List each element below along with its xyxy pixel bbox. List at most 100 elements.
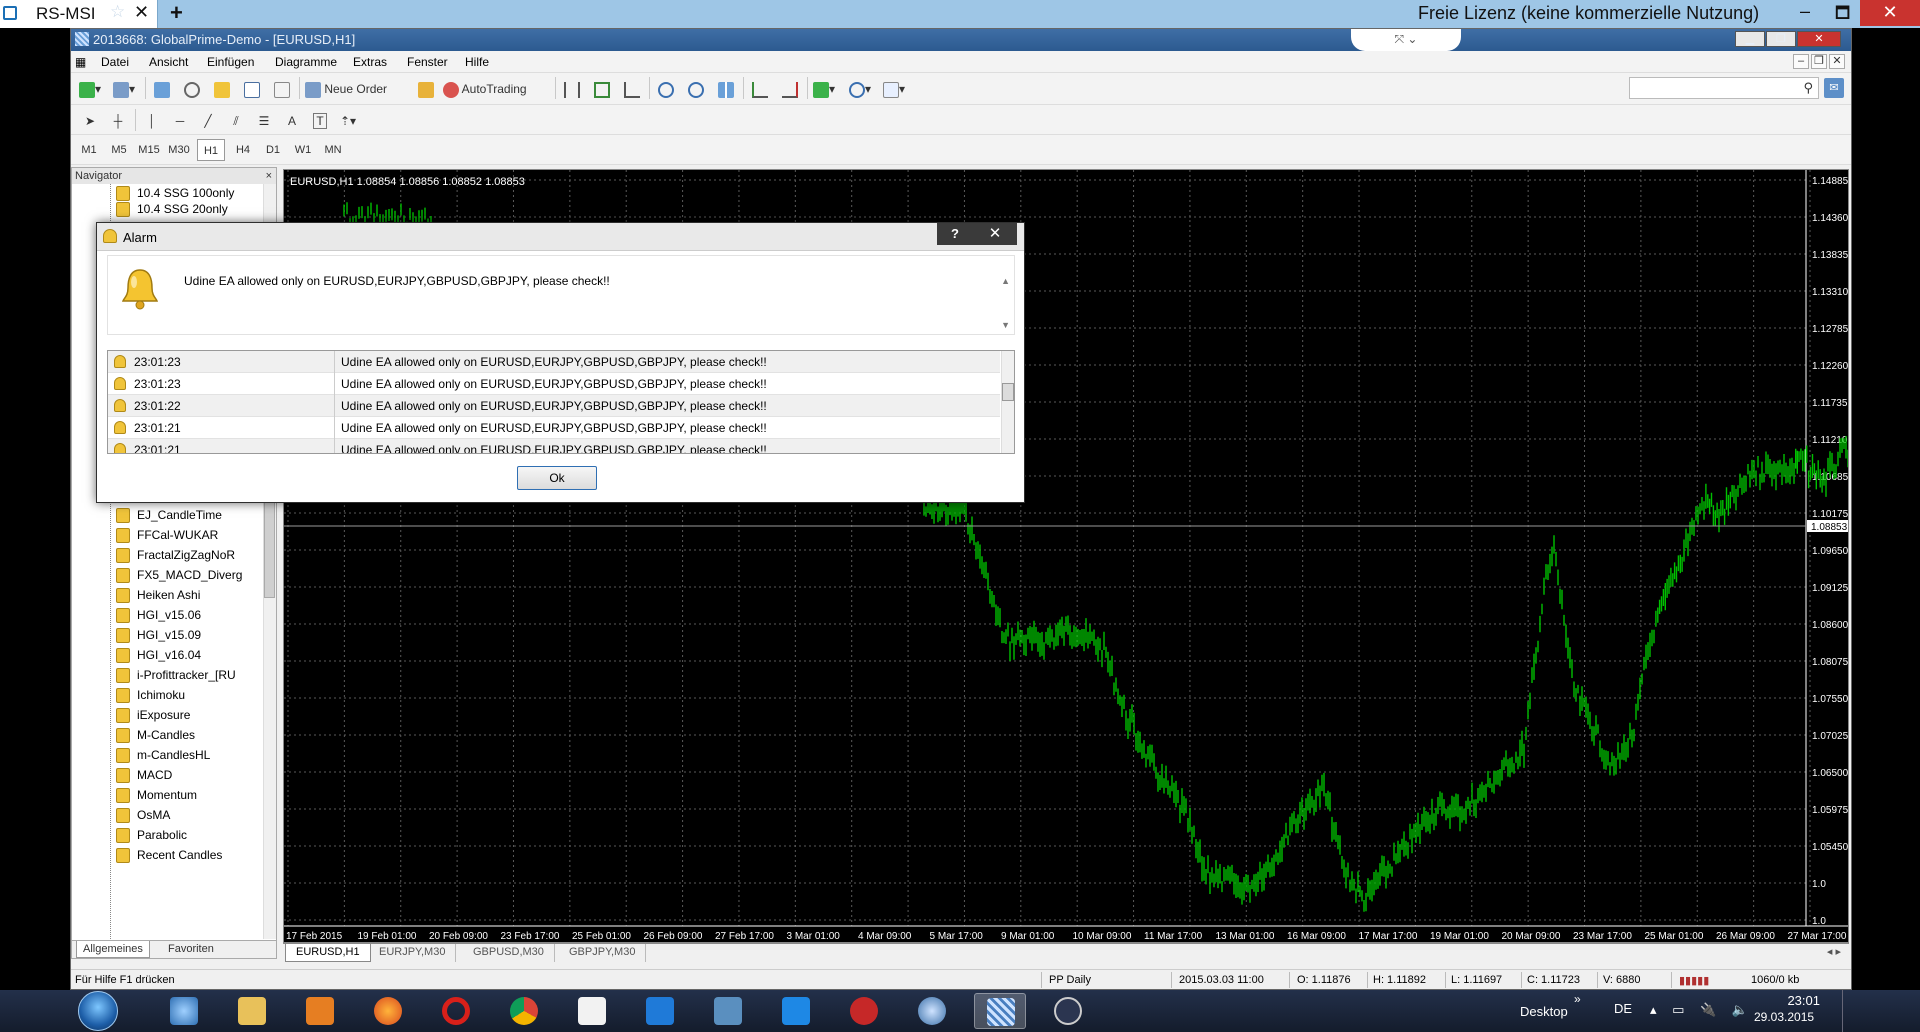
taskbar-network[interactable] [702,993,754,1029]
message-scroll-up-icon[interactable]: ▲ [1001,276,1010,286]
taskbar-chrome[interactable] [498,993,550,1029]
show-desktop-button[interactable] [1842,990,1848,1032]
navigator-item[interactable]: HGI_v15.09 [116,626,262,646]
profiles-button[interactable]: ▾ [113,78,135,100]
taskbar-media[interactable] [294,993,346,1029]
cursor-tool[interactable]: ➤ [79,110,101,132]
chart-tab-eurjpy-m30[interactable]: EURJPY,M30 [369,944,457,962]
arrows-tool[interactable]: ⇡▾ [337,110,359,132]
remote-collapse-tab[interactable]: ⤧ ⌄ [1351,29,1461,51]
menu-app-icon[interactable]: ▦ [75,55,86,69]
crosshair-tool[interactable]: ┼ [107,110,129,132]
language-indicator[interactable]: DE [1614,1001,1632,1016]
navigator-item[interactable]: Heiken Ashi [116,586,262,606]
tab-allgemeines[interactable]: Allgemeines [76,941,150,958]
navigator-item[interactable]: HGI_v16.04 [116,646,262,666]
navigator-item[interactable]: m-CandlesHL [116,746,262,766]
new-order-button[interactable]: Neue Order [305,78,409,100]
taskbar-x-app[interactable] [566,993,618,1029]
taskbar-remote[interactable] [906,993,958,1029]
periods-button[interactable]: ▾ [849,78,871,100]
timeframe-m5[interactable]: M5 [105,139,133,161]
mdi-minimize-button[interactable]: – [1793,54,1809,69]
metaeditor-button[interactable] [415,78,437,100]
navigator-item[interactable]: Momentum [116,786,262,806]
search-icon[interactable]: ⚲ [1803,80,1813,96]
alarm-row[interactable]: 23:01:21 Udine EA allowed only on EURUSD,… [108,417,1000,439]
terminal-button[interactable] [241,78,263,100]
text-label-tool[interactable]: T [309,110,331,132]
alarm-help-button[interactable]: ? [937,223,973,245]
navigator-item[interactable]: OsMA [116,806,262,826]
close-window-button[interactable]: ✕ [1860,0,1920,26]
taskbar-teamviewer[interactable] [770,993,822,1029]
minimize-window-button[interactable]: – [1800,1,1810,22]
timeframe-m15[interactable]: M15 [135,139,163,161]
message-scroll-down-icon[interactable]: ▼ [1001,320,1010,330]
chat-button[interactable]: ✉ [1824,78,1844,98]
session-tab[interactable]: RS-MSI ☆ ✕ [0,0,158,28]
new-session-button[interactable]: + [170,0,183,26]
line-chart-button[interactable] [621,78,643,100]
taskbar-metatrader[interactable] [974,993,1026,1029]
clock-time[interactable]: 23:01 [1772,993,1820,1008]
data-window-button[interactable] [181,78,203,100]
alarm-row[interactable]: 23:01:21 Udine EA allowed only on EURUSD,… [108,439,1000,453]
navigator-item[interactable]: 10.4 SSG 20only [116,200,262,220]
text-tool[interactable]: A [281,110,303,132]
desktop-toolbar[interactable]: Desktop [1520,1004,1568,1019]
zoom-out-button[interactable] [685,78,707,100]
chart-shift-button[interactable] [779,78,801,100]
taskbar-firefox[interactable] [362,993,414,1029]
navigator-item[interactable]: FX5_MACD_Diverg [116,566,262,586]
timeframe-m1[interactable]: M1 [75,139,103,161]
tile-windows-button[interactable] [715,78,737,100]
alarm-list-scroll-thumb[interactable] [1002,383,1014,401]
navigator-item[interactable]: EJ_CandleTime [116,506,262,526]
fibonacci-tool[interactable]: ☰ [253,110,275,132]
chart-tab-eurusd-h1[interactable]: EURUSD,H1 [285,944,371,962]
maximize-window-button[interactable]: 🗖 [1835,2,1850,29]
tray-icons[interactable]: ▴ ▭ 🔌 🔈 [1650,1002,1754,1018]
timeframe-d1[interactable]: D1 [259,139,287,161]
terminal-restore-button[interactable]: ❐ [1766,31,1796,47]
timeframe-h1[interactable]: H1 [197,139,225,161]
templates-button[interactable]: ▾ [883,78,905,100]
terminal-close-button[interactable]: ✕ [1797,31,1841,47]
navigator-item[interactable]: iExposure [116,706,262,726]
horizontal-line-tool[interactable]: ─ [169,110,191,132]
taskbar-z-app[interactable] [634,993,686,1029]
alarm-title-bar[interactable]: Alarm ? ✕ [97,223,1024,251]
mdi-close-button[interactable]: ✕ [1829,54,1845,69]
search-input[interactable]: ⚲ [1629,77,1819,99]
favorite-star-icon[interactable]: ☆ [110,2,125,22]
navigator-item[interactable]: Ichimoku [116,686,262,706]
navigator-item[interactable]: Recent Candles [116,846,262,866]
navigator-button[interactable] [211,78,233,100]
taskbar-explorer[interactable] [226,993,278,1029]
timeframe-w1[interactable]: W1 [289,139,317,161]
navigator-close-icon[interactable]: × [266,168,272,184]
alarm-list-scrollbar[interactable] [1001,351,1014,453]
navigator-item[interactable]: Parabolic [116,826,262,846]
chart-tab-scroll-arrows[interactable]: ◂ ▸ [1827,945,1841,958]
close-session-tab-icon[interactable]: ✕ [134,2,149,23]
mdi-restore-button[interactable]: ❐ [1811,54,1827,69]
tab-favoriten[interactable]: Favoriten [162,941,220,958]
market-watch-button[interactable] [151,78,173,100]
start-button[interactable] [78,991,118,1031]
autoscroll-button[interactable] [749,78,771,100]
alarm-row[interactable]: 23:01:23 Udine EA allowed only on EURUSD,… [108,351,1000,373]
navigator-item[interactable]: MACD [116,766,262,786]
menu-datei[interactable]: Datei [101,55,129,69]
chart-tab-gbpjpy-m30[interactable]: GBPJPY,M30 [559,944,647,962]
terminal-minimize-button[interactable]: ▁ [1735,31,1765,47]
menu-einfuegen[interactable]: Einfügen [207,55,254,69]
alarm-row[interactable]: 23:01:22 Udine EA allowed only on EURUSD,… [108,395,1000,417]
taskbar-fx-app[interactable] [1042,993,1094,1029]
indicators-button[interactable]: ▾ [813,78,835,100]
menu-extras[interactable]: Extras [353,55,387,69]
autotrading-button[interactable]: AutoTrading [443,78,549,100]
desktop-toolbar-more[interactable]: » [1574,992,1581,1006]
navigator-item[interactable]: i-Profittracker_[RU [116,666,262,686]
